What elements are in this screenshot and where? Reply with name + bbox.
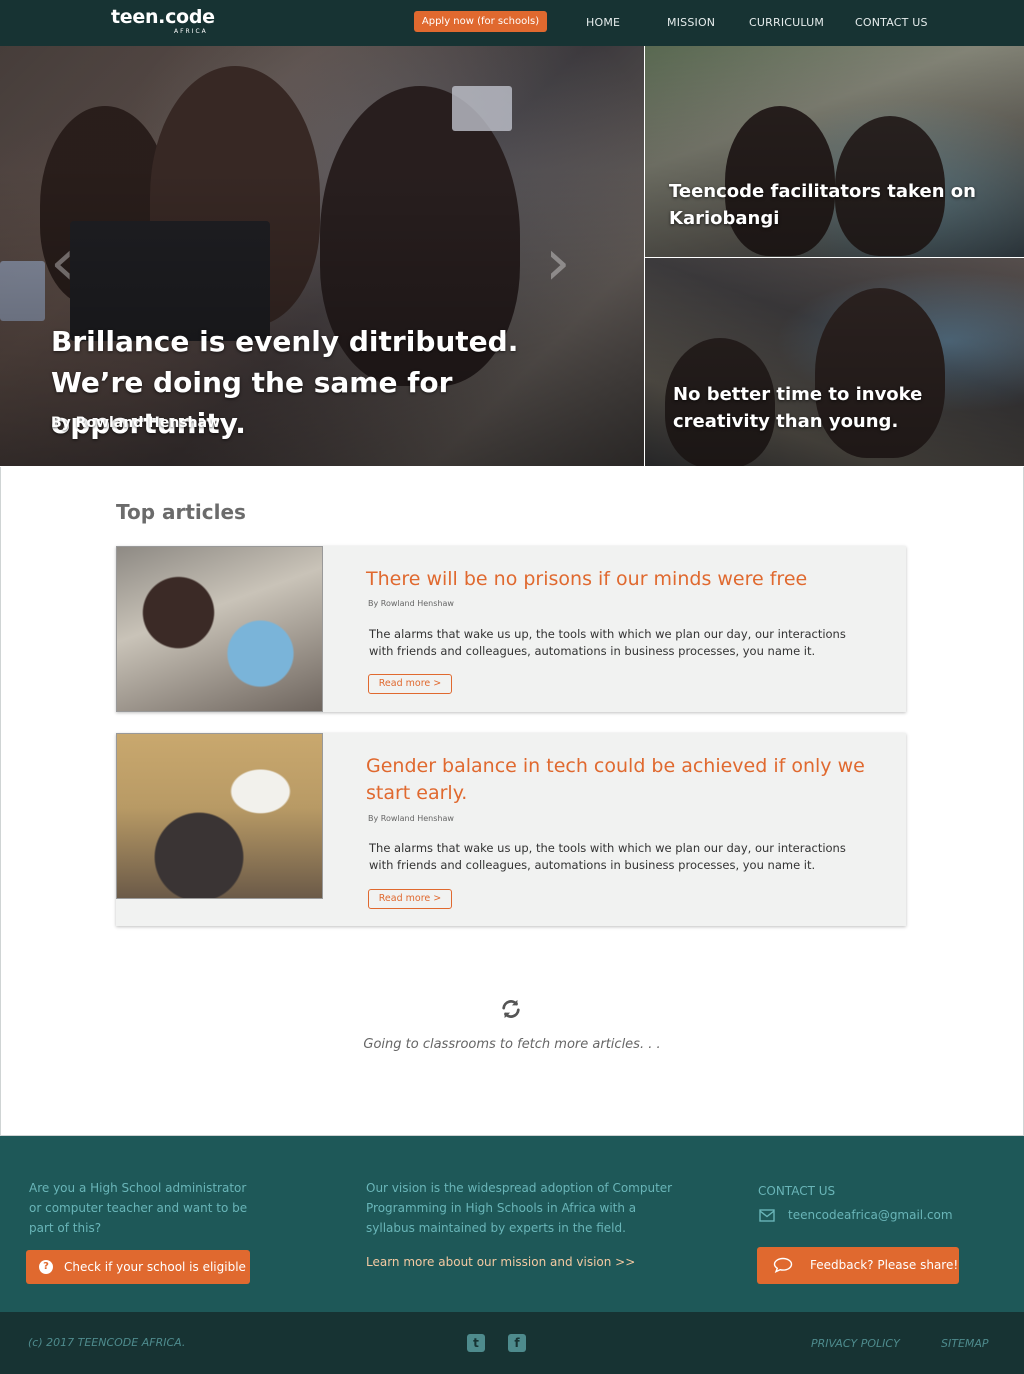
- loading-text: Going to classrooms to fetch more articl…: [363, 1037, 661, 1052]
- hero-side-slide-1[interactable]: Teencode facilitators taken on Kariobang…: [645, 46, 1024, 257]
- admin-prompt-text: Are you a High School administrator or c…: [29, 1181, 248, 1235]
- sitemap-link[interactable]: SITEMAP: [941, 1337, 989, 1350]
- nav-link-curriculum[interactable]: CURRICULUM: [749, 16, 824, 29]
- facebook-icon[interactable]: f: [508, 1334, 526, 1352]
- speech-bubble-icon: [773, 1257, 793, 1273]
- feedback-label: Feedback? Please share!: [810, 1258, 959, 1272]
- mission-vision-link[interactable]: Learn more about our mission and vision …: [366, 1255, 635, 1269]
- article-author: By Rowland Henshaw: [368, 814, 454, 823]
- hero-side-slide-2[interactable]: No better time to invoke creativity than…: [645, 258, 1024, 466]
- article-card[interactable]: Gender balance in tech could be achieved…: [116, 733, 906, 926]
- article-image[interactable]: [116, 546, 323, 712]
- feedback-button[interactable]: Feedback? Please share!: [757, 1247, 959, 1284]
- carousel-prev-arrow[interactable]: ‹: [50, 226, 76, 300]
- carousel-next-arrow[interactable]: ›: [545, 226, 571, 300]
- logo-subtitle: AFRICA: [174, 28, 208, 35]
- article-title[interactable]: There will be no prisons if our minds we…: [366, 566, 886, 593]
- contact-heading: CONTACT US: [758, 1184, 836, 1198]
- hero-side2-title: No better time to invoke creativity than…: [673, 384, 923, 432]
- copyright-text: (c) 2017 TEENCODE AFRICA.: [28, 1336, 186, 1349]
- read-more-button[interactable]: Read more >: [368, 674, 452, 694]
- article-image[interactable]: [116, 733, 323, 899]
- vision-text: Our vision is the widespread adoption of…: [366, 1181, 673, 1235]
- logo-wordmark: teen.code: [111, 6, 215, 28]
- nav-link-contact[interactable]: CONTACT US: [855, 16, 928, 29]
- nav-link-mission[interactable]: MISSION: [667, 16, 715, 29]
- apply-now-button[interactable]: Apply now (for schools): [414, 11, 547, 32]
- top-navbar: teen.code AFRICA Apply now (for schools)…: [0, 0, 1024, 46]
- article-author: By Rowland Henshaw: [368, 599, 454, 608]
- nav-link-home[interactable]: HOME: [586, 16, 620, 29]
- question-circle-icon: ?: [39, 1260, 53, 1274]
- hero-main-slide[interactable]: ‹ › Brillance is evenly ditributed. We’r…: [0, 46, 644, 466]
- article-card[interactable]: There will be no prisons if our minds we…: [116, 546, 906, 712]
- read-more-button[interactable]: Read more >: [368, 889, 452, 909]
- article-excerpt: The alarms that wake us up, the tools wi…: [369, 841, 846, 872]
- refresh-icon: [502, 999, 520, 1019]
- hero-side1-title: Teencode facilitators taken on Kariobang…: [669, 181, 976, 229]
- article-excerpt: The alarms that wake us up, the tools wi…: [369, 627, 846, 658]
- article-title[interactable]: Gender balance in tech could be achieved…: [366, 753, 886, 807]
- teencode-logo[interactable]: teen.code AFRICA: [111, 6, 215, 35]
- section-title: Top articles: [116, 500, 246, 524]
- envelope-icon: [759, 1209, 775, 1222]
- twitter-icon[interactable]: t: [467, 1334, 485, 1352]
- contact-email-link[interactable]: teencodeafrica@gmail.com: [788, 1205, 953, 1225]
- privacy-policy-link[interactable]: PRIVACY POLICY: [811, 1337, 900, 1350]
- check-eligibility-button[interactable]: ? Check if your school is eligible: [26, 1250, 250, 1284]
- hero-main-byline: By Rowland Henshaw: [51, 415, 220, 431]
- check-eligibility-label: Check if your school is eligible: [64, 1260, 246, 1274]
